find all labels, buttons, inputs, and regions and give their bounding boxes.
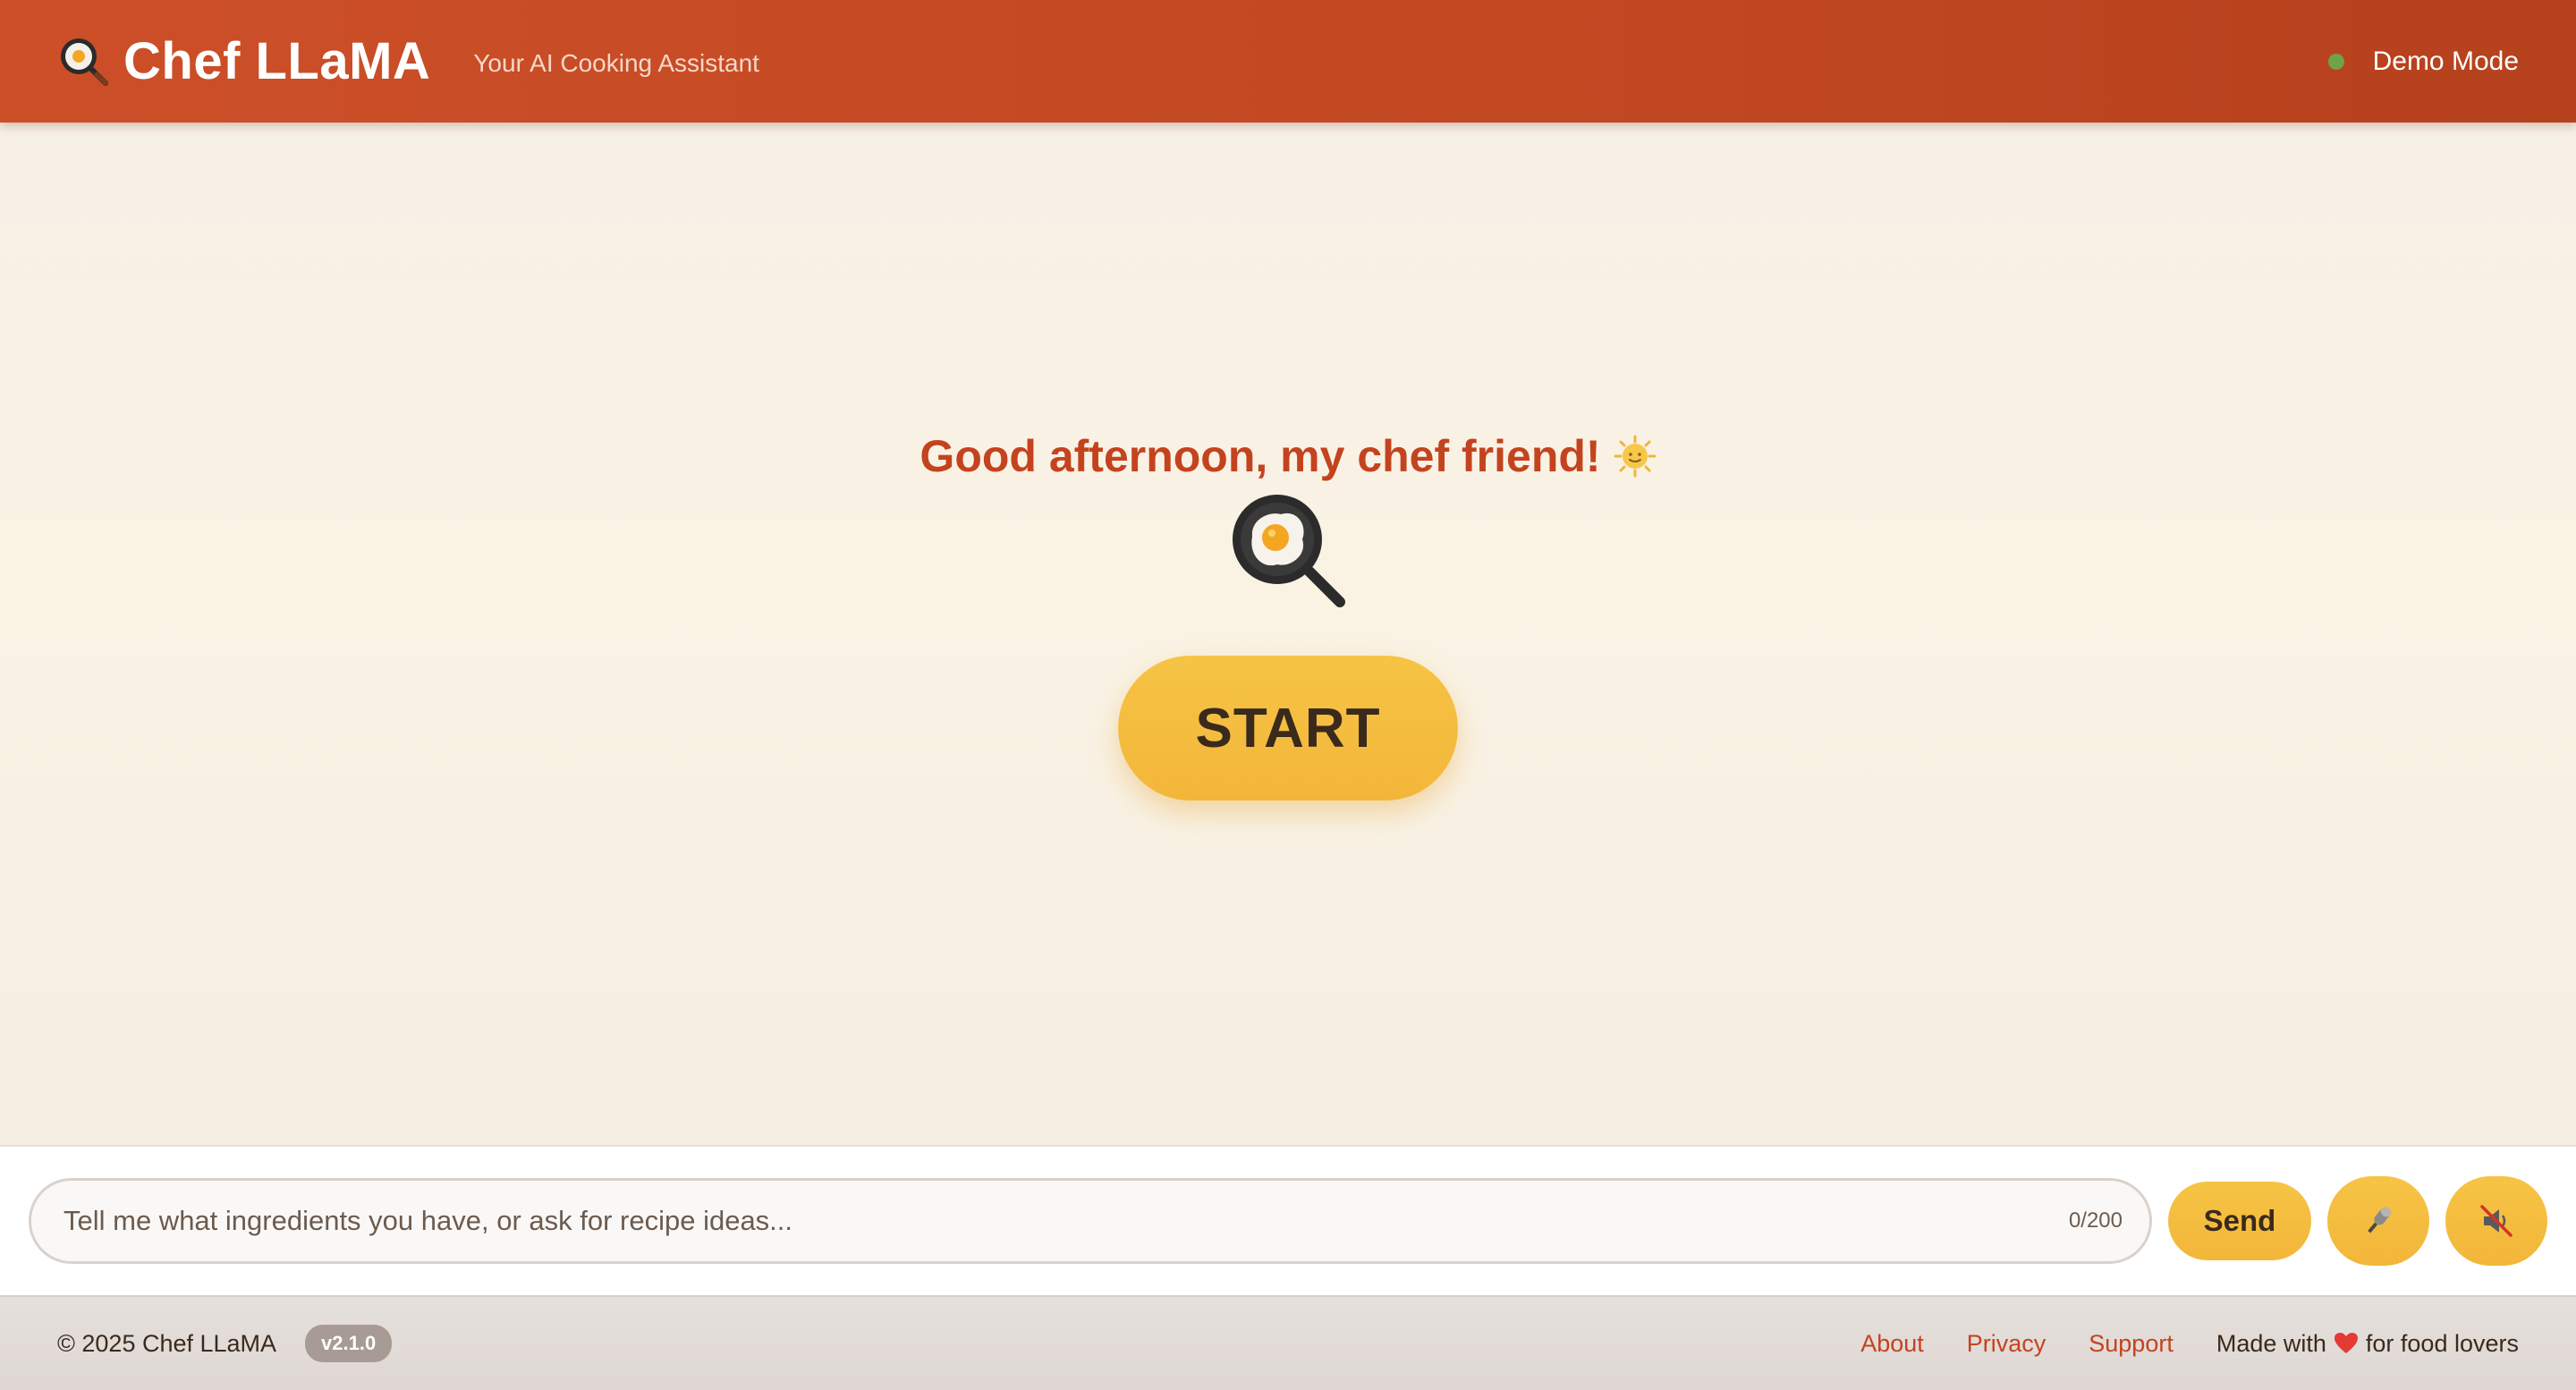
support-link[interactable]: Support <box>2089 1330 2174 1358</box>
copyright: © 2025 Chef LLaMA <box>57 1329 277 1357</box>
chat-input-wrapper: 0/200 <box>29 1178 2152 1264</box>
made-with: Made with for food lovers <box>2216 1330 2519 1358</box>
tagline: Your AI Cooking Assistant <box>473 48 759 77</box>
welcome-area: Good afternoon, my chef friend! START <box>0 123 2576 1145</box>
microphone-button[interactable] <box>2327 1176 2429 1266</box>
frying-pan-egg-icon <box>61 38 108 86</box>
chat-input[interactable] <box>62 1204 2055 1238</box>
version-badge: v2.1.0 <box>305 1325 393 1362</box>
sun-face-icon <box>1614 435 1657 478</box>
mute-button[interactable] <box>2445 1176 2547 1266</box>
status-indicator: Demo Mode <box>2327 46 2519 77</box>
brand[interactable]: Chef LLaMA <box>57 31 430 91</box>
heart-icon <box>2334 1333 2358 1353</box>
made-with-suffix: for food lovers <box>2365 1329 2519 1357</box>
chat-composer: 0/200 Send <box>0 1145 2576 1295</box>
status-dot-icon <box>2327 53 2344 70</box>
send-button[interactable]: Send <box>2168 1182 2311 1260</box>
app-root: Chef LLaMA Your AI Cooking Assistant Dem… <box>0 0 2576 1390</box>
about-link[interactable]: About <box>1860 1330 1924 1358</box>
speaker-muted-icon <box>2480 1205 2512 1237</box>
made-with-prefix: Made with <box>2216 1329 2326 1357</box>
frying-pan-egg-icon <box>1233 495 1345 607</box>
microphone-icon <box>2368 1207 2391 1233</box>
app-title: Chef LLaMA <box>123 32 431 90</box>
footer-links: About Privacy Support Made with for food… <box>1818 1330 2519 1358</box>
footer: © 2025 Chef LLaMA v2.1.0 About Privacy S… <box>0 1295 2576 1390</box>
privacy-link[interactable]: Privacy <box>1967 1330 2046 1358</box>
greeting-text: Good afternoon, my chef friend! <box>919 431 1601 481</box>
char-counter: 0/200 <box>2068 1208 2123 1233</box>
top-bar: Chef LLaMA Your AI Cooking Assistant Dem… <box>0 0 2576 123</box>
start-button[interactable]: START <box>1118 656 1458 801</box>
status-text: Demo Mode <box>2372 46 2519 76</box>
greeting: Good afternoon, my chef friend! <box>919 430 1657 482</box>
